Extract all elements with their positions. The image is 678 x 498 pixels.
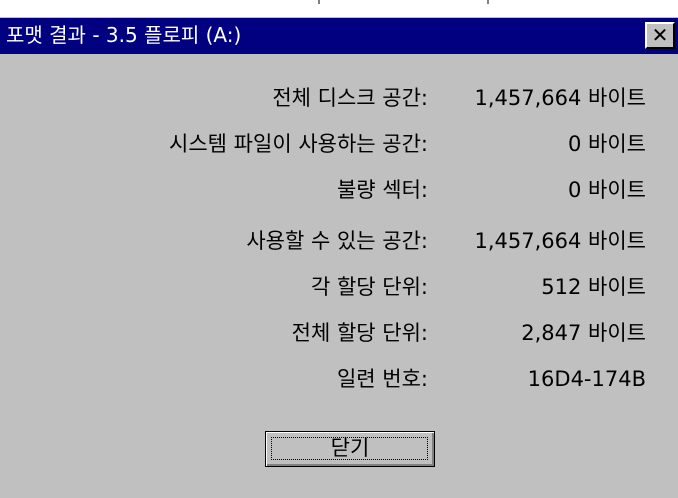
allocation-unit-label: 각 할당 단위: (310, 275, 428, 299)
available-space-value: 1,457,664 바이트 (474, 229, 646, 253)
edge-mark (318, 0, 320, 4)
serial-number-label: 일련 번호: (336, 367, 428, 391)
result-row-bad-sectors: 불량 섹터: 0 바이트 (0, 175, 678, 205)
background-edge (0, 0, 678, 18)
total-space-label: 전체 디스크 공간: (272, 86, 428, 110)
total-space-value: 1,457,664 바이트 (474, 86, 646, 110)
total-allocation-units-value: 2,847 바이트 (521, 321, 646, 345)
total-allocation-units-label: 전체 할당 단위: (291, 321, 428, 345)
window-title: 포맷 결과 - 3.5 플로피 (A:) (6, 23, 242, 47)
result-row-available-space: 사용할 수 있는 공간: 1,457,664 바이트 (0, 226, 678, 256)
close-button-label: 닫기 (330, 436, 370, 460)
system-files-label: 시스템 파일이 사용하는 공간: (169, 132, 428, 156)
result-row-serial-number: 일련 번호: 16D4-174B (0, 364, 678, 394)
result-row-total-space: 전체 디스크 공간: 1,457,664 바이트 (0, 83, 678, 113)
serial-number-value: 16D4-174B (527, 367, 646, 391)
result-row-system-files: 시스템 파일이 사용하는 공간: 0 바이트 (0, 129, 678, 159)
result-row-total-allocation-units: 전체 할당 단위: 2,847 바이트 (0, 318, 678, 348)
system-files-value: 0 바이트 (568, 132, 646, 156)
close-window-button[interactable]: ✕ (645, 22, 675, 49)
edge-mark (487, 0, 489, 4)
allocation-unit-value: 512 바이트 (541, 275, 646, 299)
result-row-allocation-unit: 각 할당 단위: 512 바이트 (0, 272, 678, 302)
close-icon: ✕ (651, 23, 669, 47)
available-space-label: 사용할 수 있는 공간: (246, 229, 428, 253)
close-button[interactable]: 닫기 (265, 431, 435, 467)
title-bar[interactable]: 포맷 결과 - 3.5 플로피 (A:) ✕ (0, 18, 678, 54)
bad-sectors-value: 0 바이트 (568, 178, 646, 202)
bad-sectors-label: 불량 섹터: (336, 178, 428, 202)
